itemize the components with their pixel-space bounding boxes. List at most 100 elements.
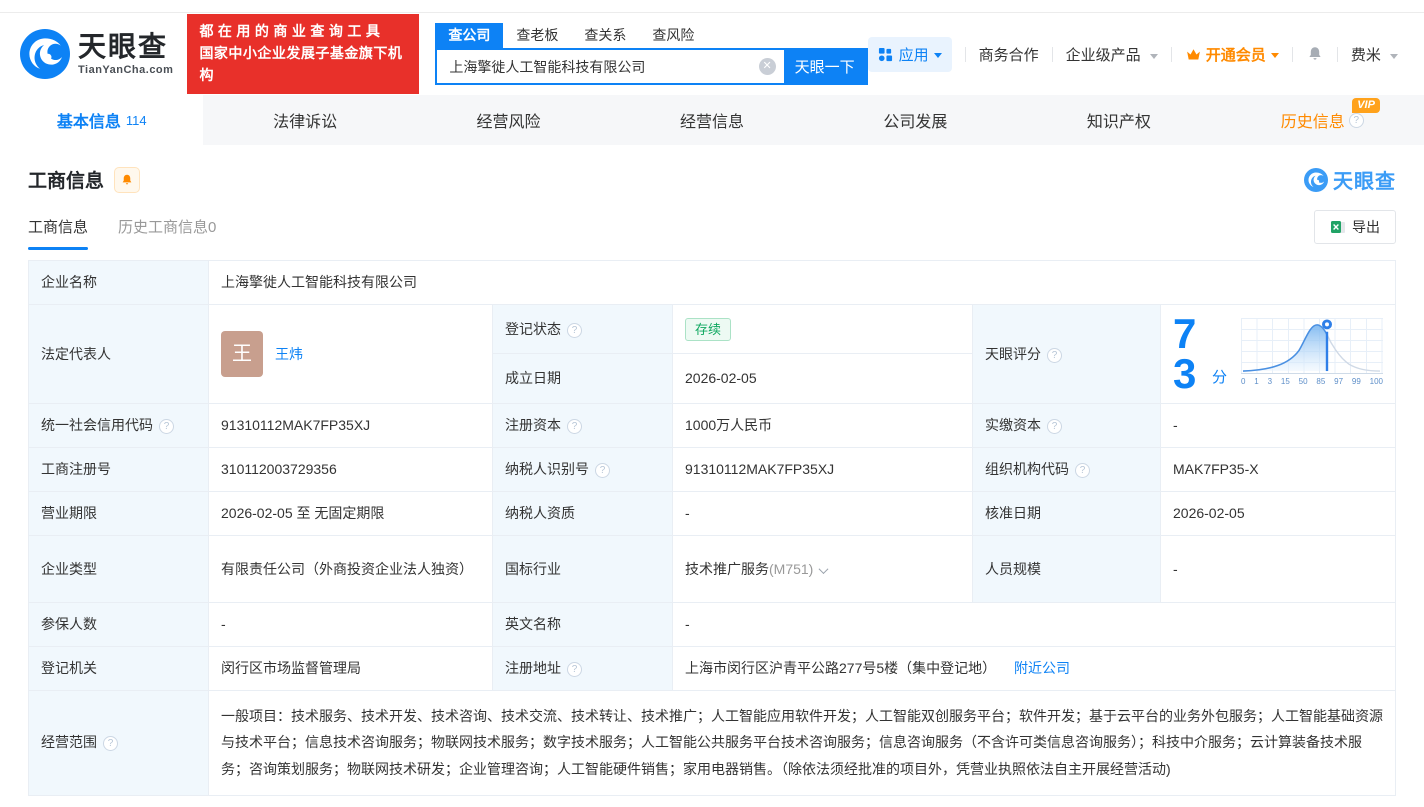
- notifications-button[interactable]: [1306, 45, 1324, 63]
- tab-operation-risk[interactable]: 经营风险: [407, 95, 610, 145]
- search-box: 天眼一下: [435, 48, 868, 85]
- enterprise-label: 企业级产品: [1065, 46, 1141, 64]
- top-strip: [0, 0, 1424, 13]
- tab-operation-info[interactable]: 经营信息: [610, 95, 813, 145]
- sub-tab-history-business-info[interactable]: 历史工商信息0: [118, 216, 216, 250]
- label-text: 登记状态: [505, 321, 561, 337]
- field-reg-authority-label: 登记机关: [28, 645, 209, 691]
- tab-label: 公司发展: [883, 114, 948, 131]
- table-row: 企业名称 上海擎徙人工智能科技有限公司: [28, 260, 1396, 305]
- field-reg-status-label: 登记状态: [492, 303, 673, 355]
- nav-item-enterprise[interactable]: 企业级产品: [1066, 44, 1158, 65]
- top-nav: 应用 商务合作 企业级产品 开通会员 费米: [867, 36, 1398, 72]
- label-text: 经营范围: [41, 734, 97, 751]
- label-text: 统一社会信用代码: [41, 417, 153, 434]
- tab-basic-info[interactable]: 基本信息 114: [0, 95, 204, 145]
- table-row: 营业期限 2026-02-05 至 无固定期限 纳税人资质 - 核准日期 202…: [28, 490, 1396, 536]
- field-approval-date-value: 2026-02-05: [1160, 490, 1396, 536]
- field-paid-capital-value: -: [1160, 402, 1396, 448]
- tab-history-info[interactable]: VIP 历史信息: [1221, 95, 1424, 145]
- bell-icon: [122, 174, 132, 184]
- help-icon[interactable]: [103, 736, 118, 752]
- field-org-code-label: 组织机构代码: [972, 446, 1161, 492]
- help-icon[interactable]: [567, 662, 582, 678]
- field-business-term-value: 2026-02-05 至 无固定期限: [208, 490, 493, 536]
- legal-rep-avatar[interactable]: 王: [221, 330, 263, 377]
- export-button[interactable]: 导出: [1314, 210, 1396, 244]
- tab-label: 历史信息: [1280, 114, 1345, 131]
- field-company-type-value: 有限责任公司（外商投资企业法人独资）: [208, 534, 493, 603]
- chevron-down-icon: [1270, 52, 1279, 62]
- field-reg-number-label: 工商注册号: [28, 446, 209, 492]
- search-tab-risk[interactable]: 查风险: [639, 23, 707, 48]
- label-text: 天眼评分: [985, 345, 1041, 362]
- search-input[interactable]: [437, 50, 759, 83]
- table-row: 企业类型 有限责任公司（外商投资企业法人独资） 国标行业 技术推广服务(M751…: [28, 534, 1396, 603]
- search-tab-company[interactable]: 查公司: [435, 23, 504, 48]
- table-row: 参保人数 - 英文名称 -: [28, 601, 1396, 647]
- help-icon[interactable]: [1047, 347, 1062, 363]
- user-menu[interactable]: 费米: [1351, 44, 1398, 65]
- search-button[interactable]: 天眼一下: [783, 50, 866, 83]
- help-icon[interactable]: [1075, 463, 1090, 479]
- tianyancha-watermark: 天眼查: [1304, 165, 1396, 194]
- field-reg-capital-label: 注册资本: [492, 402, 673, 448]
- field-reg-address-value: 上海市闵行区沪青平公路277号5楼（集中登记地） 附近公司: [672, 645, 1396, 691]
- search-tab-relation[interactable]: 查关系: [571, 23, 639, 48]
- expand-chevron-icon[interactable]: [818, 563, 829, 574]
- help-icon[interactable]: [567, 419, 582, 435]
- field-reg-address-label: 注册地址: [492, 645, 673, 691]
- help-icon[interactable]: [159, 419, 174, 435]
- tab-label: 基本信息: [56, 114, 121, 131]
- monitor-subscribe-button[interactable]: [114, 166, 141, 193]
- table-row: 法定代表人 王 王炜 登记状态 存续 天眼评分: [28, 303, 1396, 404]
- field-score-label: 天眼评分: [972, 304, 1161, 404]
- field-staff-size-label: 人员规模: [972, 534, 1161, 603]
- field-credit-code-value: 91310112MAK7FP35XJ: [208, 402, 493, 448]
- site-logo[interactable]: 天眼查 TianYanCha.com: [20, 29, 173, 79]
- brand-name: 天眼查: [78, 30, 169, 62]
- help-icon[interactable]: [1047, 419, 1062, 435]
- field-reg-capital-value: 1000万人民币: [672, 402, 973, 448]
- field-reg-number-value: 310112003729356: [208, 446, 493, 492]
- apps-menu-button[interactable]: 应用: [867, 36, 952, 72]
- search-tabs: 查公司 查老板 查关系 查风险: [435, 23, 867, 48]
- watermark-text: 天眼查: [1333, 171, 1396, 193]
- field-industry-value: 技术推广服务(M751): [672, 534, 973, 603]
- score-unit: 分: [1211, 368, 1227, 386]
- chevron-down-icon: [1149, 53, 1158, 63]
- vip-badge: VIP: [1352, 98, 1380, 113]
- help-icon[interactable]: [1348, 112, 1364, 128]
- help-icon[interactable]: [595, 463, 610, 479]
- field-industry-label: 国标行业: [492, 534, 673, 603]
- open-vip-button[interactable]: 开通会员: [1185, 44, 1279, 65]
- field-taxpayer-id-value: 91310112MAK7FP35XJ: [672, 446, 973, 492]
- legal-rep-link[interactable]: 王炜: [275, 343, 303, 365]
- help-icon[interactable]: [567, 323, 582, 338]
- field-paid-capital-label: 实缴资本: [972, 402, 1161, 448]
- nearby-companies-link[interactable]: 附近公司: [1014, 660, 1070, 676]
- field-english-name-label: 英文名称: [492, 601, 673, 647]
- search-area: 查公司 查老板 查关系 查风险 天眼一下: [435, 23, 868, 85]
- slogan-line-2: 国家中小企业发展子基金旗下机构: [199, 45, 403, 83]
- brand-domain: TianYanCha.com: [78, 63, 174, 76]
- search-tab-boss[interactable]: 查老板: [503, 23, 571, 48]
- field-taxpayer-quality-value: -: [672, 490, 973, 536]
- section-header: 工商信息 天眼查: [0, 145, 1424, 206]
- divider: [1051, 46, 1053, 62]
- export-label: 导出: [1352, 219, 1380, 235]
- table-row: 经营范围 一般项目：技术服务、技术开发、技术咨询、技术交流、技术转让、技术推广；…: [28, 689, 1396, 796]
- tab-intellectual-property[interactable]: 知识产权: [1017, 95, 1220, 145]
- vip-label: 开通会员: [1205, 46, 1266, 64]
- sub-tab-business-info[interactable]: 工商信息: [28, 216, 89, 250]
- tab-company-development[interactable]: 公司发展: [814, 95, 1017, 145]
- clear-search-icon[interactable]: [758, 58, 776, 75]
- tab-legal-proceedings[interactable]: 法律诉讼: [203, 95, 406, 145]
- username: 费米: [1350, 46, 1381, 64]
- divider: [1291, 46, 1293, 62]
- label-text: 组织机构代码: [985, 461, 1069, 478]
- nav-item-cooperation[interactable]: 商务合作: [979, 44, 1039, 65]
- table-row: 统一社会信用代码 91310112MAK7FP35XJ 注册资本 1000万人民…: [28, 402, 1396, 448]
- section-title: 工商信息: [28, 171, 105, 192]
- field-company-name-label: 企业名称: [28, 260, 209, 305]
